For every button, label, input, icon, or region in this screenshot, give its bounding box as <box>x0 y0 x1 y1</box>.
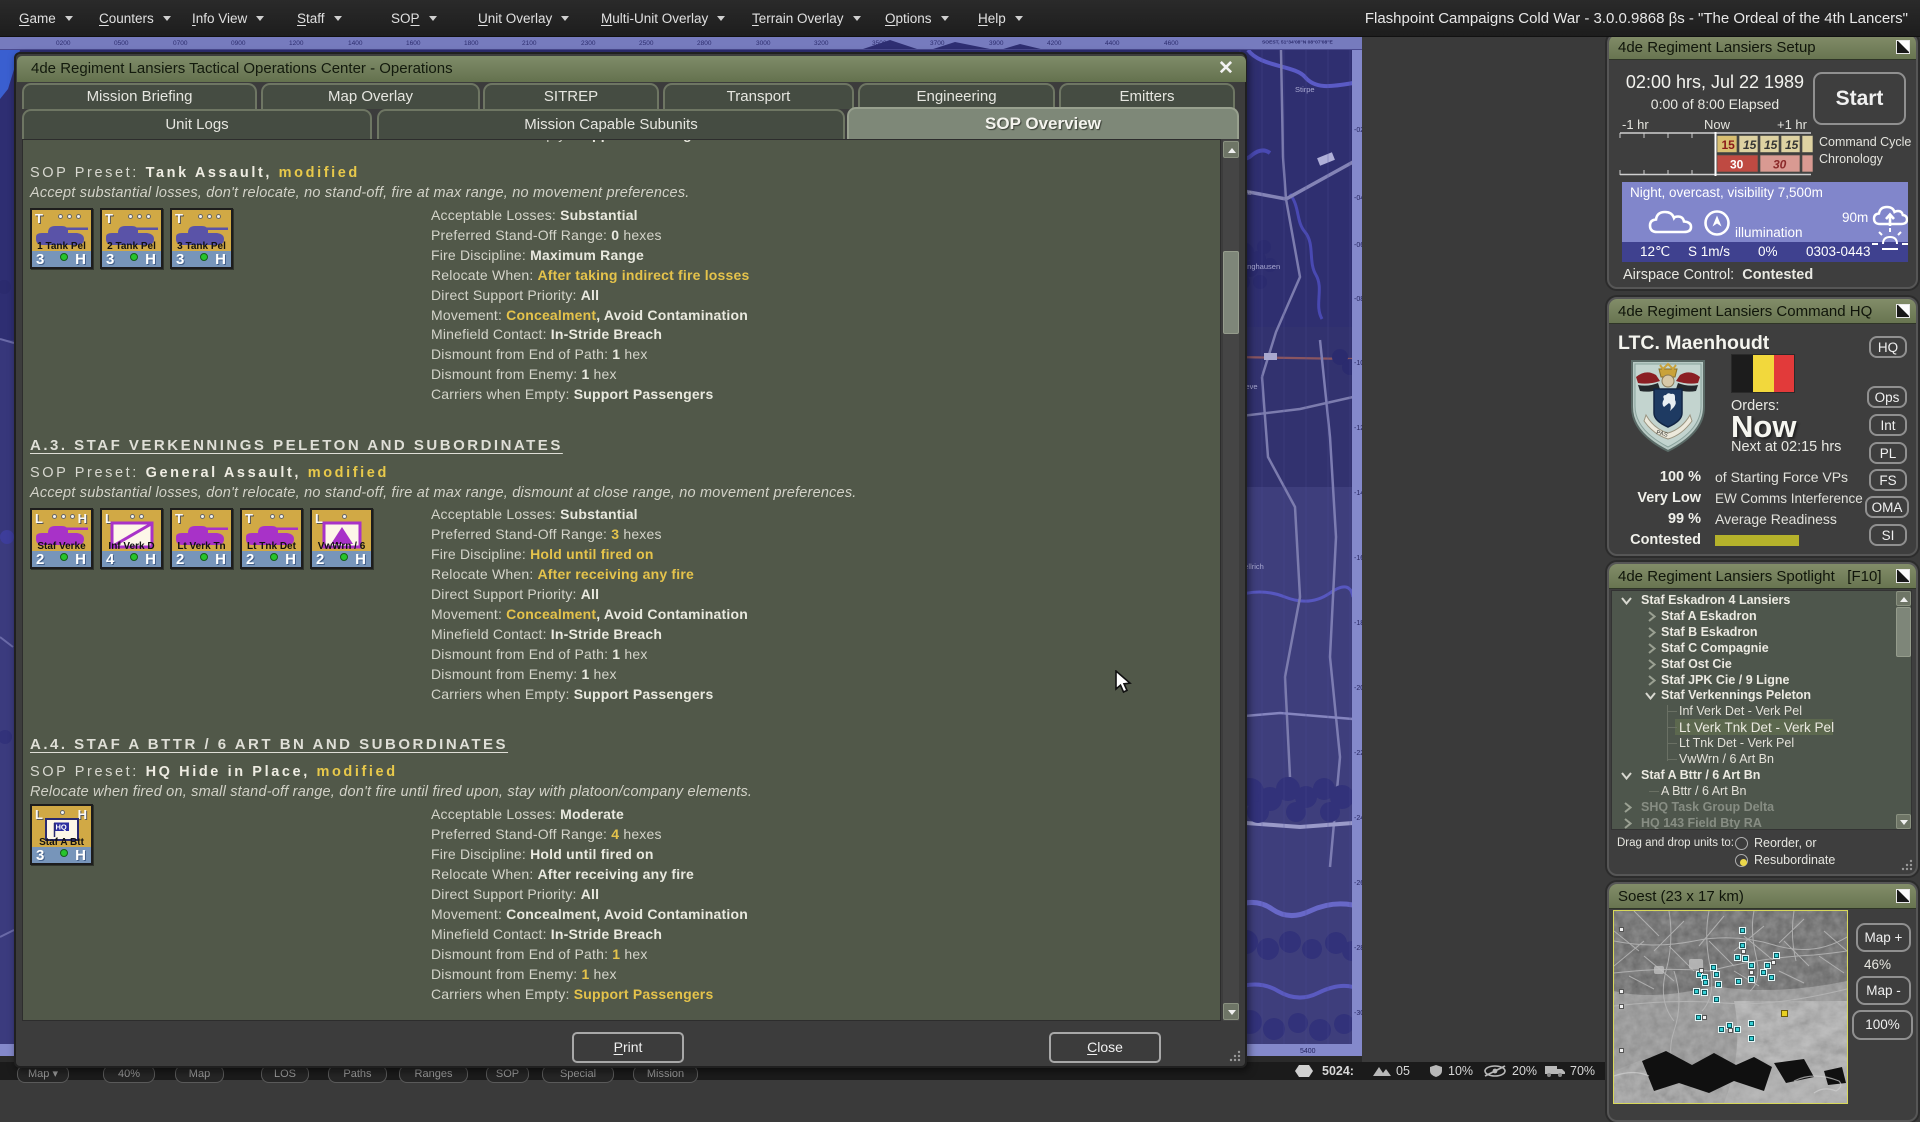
svg-text:15: 15 <box>1743 138 1757 152</box>
svg-text:-18: -18 <box>1354 620 1362 627</box>
svg-text:-06: -06 <box>1354 242 1362 249</box>
svg-text:-20: -20 <box>1354 685 1362 692</box>
svg-text:-24: -24 <box>1354 815 1362 822</box>
svg-text:15: 15 <box>1785 138 1799 152</box>
svg-text:5400: 5400 <box>1300 1048 1316 1055</box>
svg-text:30: 30 <box>1730 158 1744 172</box>
svg-text:-16: -16 <box>1354 555 1362 562</box>
svg-text:HQ: HQ <box>55 823 66 832</box>
svg-text:-08: -08 <box>1354 296 1362 303</box>
svg-text:-22: -22 <box>1354 750 1362 757</box>
svg-text:15: 15 <box>1764 138 1778 152</box>
svg-text:-12: -12 <box>1354 425 1362 432</box>
svg-text:15: 15 <box>1722 138 1736 152</box>
svg-text:-14: -14 <box>1354 490 1362 497</box>
svg-text:-26: -26 <box>1354 880 1362 887</box>
svg-text:-28: -28 <box>1354 945 1362 952</box>
svg-text:-04: -04 <box>1354 195 1362 202</box>
svg-text:Stirpe: Stirpe <box>1295 85 1315 94</box>
svg-text:-30: -30 <box>1354 1010 1362 1017</box>
svg-text:-10: -10 <box>1354 360 1362 367</box>
svg-text:30: 30 <box>1773 158 1787 172</box>
svg-text:-02: -02 <box>1354 127 1362 134</box>
